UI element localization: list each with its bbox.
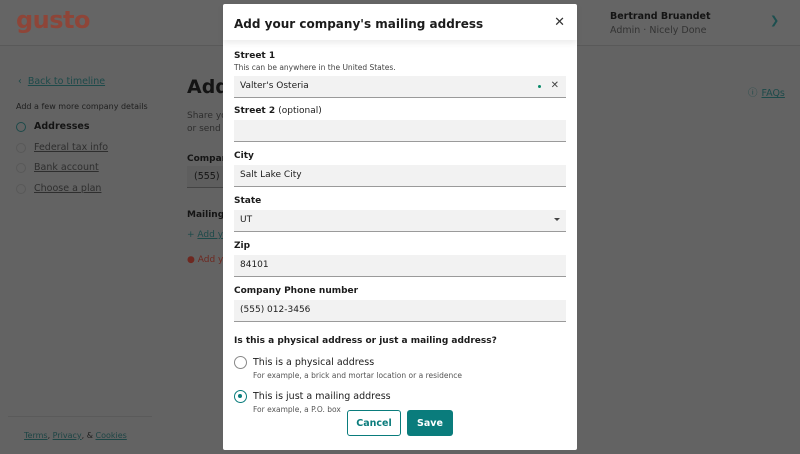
state-select[interactable]: UT (234, 210, 566, 232)
street1-value: Valter's Osteria (240, 81, 309, 91)
phone-input[interactable]: (555) 012-3456 (234, 300, 566, 322)
dropdown-arrow-icon (554, 218, 560, 221)
street2-input[interactable] (234, 120, 566, 142)
user-name: Bertrand Bruandet (610, 11, 711, 22)
gusto-logo[interactable]: gusto (16, 6, 91, 34)
step-circle-icon (16, 162, 26, 173)
user-role: Admin · Nicely Done (610, 25, 707, 36)
state-label: State (234, 196, 262, 206)
add-address-text[interactable]: Add y (197, 230, 223, 240)
address-type-question: Is this a physical address or just a mai… (234, 336, 497, 346)
street1-hint: This can be anywhere in the United State… (234, 63, 396, 72)
plus-icon: + (187, 230, 195, 240)
step-label: Bank account (34, 162, 99, 173)
error-icon: ● (187, 255, 195, 265)
steps-heading: Add a few more company details (16, 102, 148, 111)
step-label: Addresses (34, 121, 90, 132)
user-menu[interactable]: Bertrand Bruandet Admin · Nicely Done (610, 11, 711, 36)
radio-unchecked-icon[interactable] (234, 356, 247, 369)
mailing-address-dialog: Add your company's mailing address ✕ Stre… (223, 4, 577, 450)
radio-label: This is a physical address (253, 357, 375, 368)
terms-link[interactable]: Terms (24, 431, 48, 440)
cookies-link[interactable]: Cookies (96, 431, 127, 440)
footer-divider (8, 416, 152, 417)
privacy-link[interactable]: Privacy (53, 431, 82, 440)
optional-text: (optional) (278, 106, 322, 116)
dialog-header: Add your company's mailing address ✕ (223, 4, 577, 40)
radio-physical-address[interactable]: This is a physical address For example, a… (234, 356, 566, 380)
radio-label: This is just a mailing address (253, 391, 391, 402)
step-circle-icon (16, 183, 26, 194)
mailing-label: Mailing (187, 210, 225, 220)
loading-spinner-icon (538, 85, 541, 88)
add-address-link[interactable]: + Add y (187, 229, 223, 242)
step-bank-account[interactable]: Bank account (16, 162, 99, 173)
radio-checked-icon[interactable] (234, 390, 247, 403)
street2-label-text: Street 2 (234, 106, 276, 116)
back-to-timeline-link[interactable]: Back to timeline (28, 76, 105, 87)
street2-label: Street 2 (optional) (234, 106, 566, 116)
step-label: Federal tax info (34, 142, 109, 153)
cancel-button[interactable]: Cancel (347, 410, 401, 436)
phone-label: Compan (187, 154, 229, 164)
city-input[interactable]: Salt Lake City (234, 165, 566, 187)
step-circle-icon (16, 142, 26, 153)
separator: , & (81, 431, 96, 440)
back-link[interactable]: ‹ Back to timeline (18, 76, 105, 87)
street1-input[interactable]: Valter's Osteria ✕ (234, 76, 566, 98)
dialog-title: Add your company's mailing address (234, 17, 484, 31)
save-button[interactable]: Save (407, 410, 453, 436)
close-icon[interactable]: ✕ (554, 15, 565, 30)
step-label: Choose a plan (34, 183, 102, 194)
step-federal-tax[interactable]: Federal tax info (16, 142, 108, 153)
chevron-left-icon: ‹ (18, 76, 22, 87)
zip-input[interactable]: 84101 (234, 255, 566, 277)
street1-label: Street 1 (234, 51, 276, 61)
state-value: UT (240, 215, 253, 225)
clear-icon[interactable]: ✕ (551, 80, 559, 91)
faqs-link[interactable]: ⓘ FAQs (748, 85, 785, 99)
step-addresses[interactable]: Addresses (16, 121, 90, 132)
zip-label: Zip (234, 241, 251, 251)
help-icon: ⓘ (748, 88, 758, 99)
phone-input-bg[interactable]: (555) 0 (187, 166, 223, 188)
radio-sub: For example, a brick and mortar location… (253, 371, 462, 380)
city-label: City (234, 151, 254, 161)
footer-links: Terms, Privacy, & Cookies (24, 431, 127, 440)
step-circle-icon (16, 121, 26, 132)
step-choose-plan[interactable]: Choose a plan (16, 183, 101, 194)
chevron-down-icon[interactable]: ❯ (770, 14, 779, 27)
phone-label: Company Phone number (234, 286, 359, 296)
faqs-text[interactable]: FAQs (762, 88, 785, 99)
